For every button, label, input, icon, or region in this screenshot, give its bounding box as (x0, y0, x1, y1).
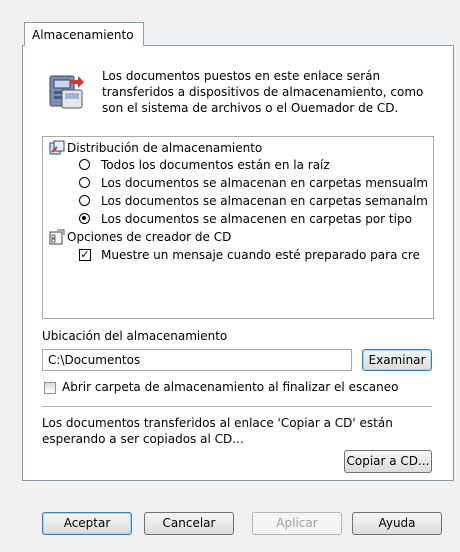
tree-group-storage-distribution[interactable]: Distribución de almacenamiento (49, 139, 429, 157)
storage-distribution-icon (49, 140, 65, 161)
tab-label: Almacenamiento (32, 28, 134, 42)
radio-option-root[interactable]: Todos los documentos están en la raíz (79, 156, 429, 174)
radio-button-selected[interactable] (79, 213, 90, 224)
intro-description: Los documentos puestos en este enlace se… (102, 69, 424, 115)
divider (42, 406, 432, 407)
storage-transfer-icon (48, 72, 86, 112)
cancel-button[interactable]: Cancelar (144, 512, 234, 535)
open-folder-label: Abrir carpeta de almacenamiento al final… (62, 380, 399, 394)
checkbox-label: Muestre un mensaje cuando esté preparado… (101, 248, 420, 262)
radio-label: Los documentos se almacenan en carpetas … (101, 194, 428, 208)
radio-label: Todos los documentos están en la raíz (101, 158, 330, 172)
browse-button[interactable]: Examinar (362, 349, 432, 371)
location-input[interactable] (42, 349, 352, 371)
group-label: Opciones de creador de CD (67, 230, 232, 244)
group-label: Distribución de almacenamiento (67, 141, 263, 155)
apply-button: Aplicar (252, 512, 342, 535)
cd-status-text: Los documentos transferidos al enlace 'C… (42, 416, 393, 446)
radio-button[interactable] (79, 159, 90, 170)
radio-label: Los documentos se almacenan en carpetas … (101, 176, 429, 190)
radio-button[interactable] (79, 195, 90, 206)
copy-to-cd-button[interactable]: Copiar a CD... (344, 450, 432, 473)
open-folder-checkbox[interactable] (44, 382, 56, 394)
help-button[interactable]: Ayuda (352, 512, 442, 535)
checkbox-option-cd-message[interactable]: ✓ Muestre un mensaje cuando esté prepara… (79, 246, 429, 264)
radio-button[interactable] (79, 177, 90, 188)
radio-option-weekly[interactable]: Los documentos se almacenan en carpetas … (79, 192, 429, 210)
radio-label: Los documentos se almacenen en carpetas … (101, 212, 412, 226)
tab-almacenamiento[interactable]: Almacenamiento (24, 22, 144, 46)
radio-option-by-type[interactable]: Los documentos se almacenen en carpetas … (79, 210, 429, 228)
location-label: Ubicación del almacenamiento (42, 329, 228, 343)
ok-button[interactable]: Aceptar (42, 512, 132, 535)
tree-group-cd-options[interactable]: Opciones de creador de CD (49, 228, 429, 246)
checkbox-checked[interactable]: ✓ (79, 249, 91, 261)
radio-option-monthly[interactable]: Los documentos se almacenan en carpetas … (79, 174, 429, 192)
settings-tree[interactable]: Distribución de almacenamiento Todos los… (42, 136, 434, 319)
cd-options-icon (49, 229, 65, 250)
